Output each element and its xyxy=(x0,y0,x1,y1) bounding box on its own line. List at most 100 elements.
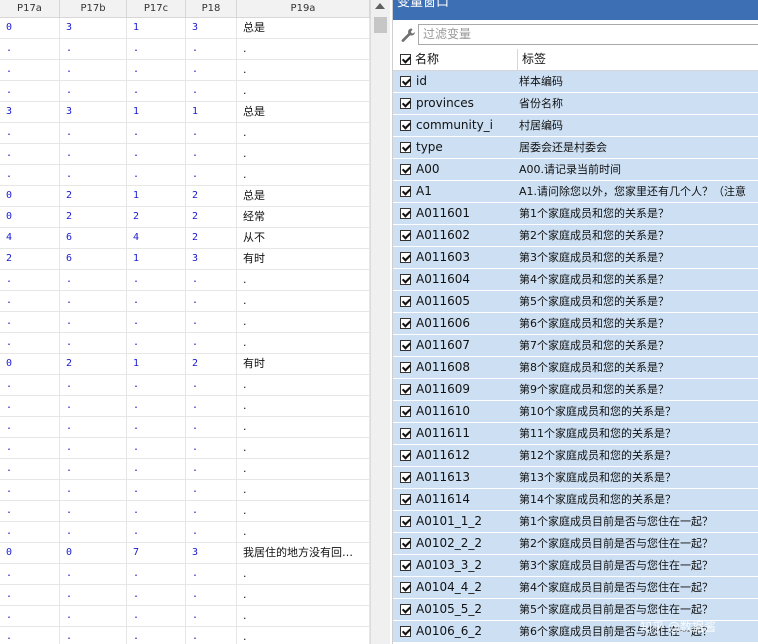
variable-row[interactable]: A011608 第8个家庭成员和您的关系是？ xyxy=(393,357,758,379)
variable-row[interactable]: A1 A1.请问除您以外，您家里还有几个人？（注意 xyxy=(393,181,758,203)
grid-cell[interactable]: 1 xyxy=(127,249,186,269)
grid-cell[interactable]: . xyxy=(237,480,370,500)
grid-cell[interactable]: . xyxy=(60,627,127,644)
grid-cell[interactable]: 0 xyxy=(0,18,60,38)
grid-cell[interactable]: . xyxy=(0,417,60,437)
variable-row[interactable]: A011602 第2个家庭成员和您的关系是？ xyxy=(393,225,758,247)
variable-checkbox[interactable] xyxy=(400,406,411,417)
variable-checkbox[interactable] xyxy=(400,494,411,505)
variable-row[interactable]: A011612 第12个家庭成员和您的关系是？ xyxy=(393,445,758,467)
variable-row[interactable]: A011603 第3个家庭成员和您的关系是？ xyxy=(393,247,758,269)
grid-cell[interactable]: . xyxy=(0,312,60,332)
variable-checkbox[interactable] xyxy=(400,362,411,373)
grid-cell[interactable]: . xyxy=(237,459,370,479)
grid-column-header-1[interactable]: P17b xyxy=(60,0,127,17)
variable-checkbox[interactable] xyxy=(400,208,411,219)
grid-cell[interactable]: . xyxy=(0,123,60,143)
variable-checkbox[interactable] xyxy=(400,516,411,527)
grid-cell[interactable]: . xyxy=(237,501,370,521)
grid-cell[interactable]: . xyxy=(127,501,186,521)
scroll-up-arrow-icon[interactable] xyxy=(375,3,385,9)
grid-cell[interactable]: . xyxy=(237,165,370,185)
variable-checkbox[interactable] xyxy=(400,164,411,175)
variable-checkbox[interactable] xyxy=(400,186,411,197)
grid-cell[interactable]: . xyxy=(127,438,186,458)
variable-row[interactable]: A011606 第6个家庭成员和您的关系是？ xyxy=(393,313,758,335)
grid-cell[interactable]: . xyxy=(237,81,370,101)
grid-cell[interactable]: 从不 xyxy=(237,228,370,248)
grid-cell[interactable]: . xyxy=(127,375,186,395)
grid-cell[interactable]: 有时 xyxy=(237,354,370,374)
variable-checkbox[interactable] xyxy=(400,604,411,615)
grid-cell[interactable]: . xyxy=(186,123,237,143)
grid-cell[interactable]: . xyxy=(237,144,370,164)
grid-cell[interactable]: 2 xyxy=(60,354,127,374)
column-header-label[interactable]: 标签 xyxy=(517,49,546,70)
grid-cell[interactable]: . xyxy=(60,522,127,542)
variable-row[interactable]: A00 A00.请记录当前时间 xyxy=(393,159,758,181)
grid-cell[interactable]: 0 xyxy=(0,543,60,563)
grid-cell[interactable]: 3 xyxy=(186,249,237,269)
scroll-thumb[interactable] xyxy=(374,17,387,33)
variable-checkbox[interactable] xyxy=(400,384,411,395)
select-all-checkbox[interactable] xyxy=(400,54,411,65)
grid-cell[interactable]: . xyxy=(127,396,186,416)
grid-cell[interactable]: . xyxy=(237,438,370,458)
variable-checkbox[interactable] xyxy=(400,142,411,153)
grid-cell[interactable]: . xyxy=(60,438,127,458)
grid-cell[interactable]: . xyxy=(0,606,60,626)
grid-cell[interactable]: 经常 xyxy=(237,207,370,227)
grid-cell[interactable]: . xyxy=(0,627,60,644)
grid-cell[interactable]: . xyxy=(127,123,186,143)
grid-column-header-0[interactable]: P17a xyxy=(0,0,60,17)
grid-cell[interactable]: . xyxy=(186,522,237,542)
variable-checkbox[interactable] xyxy=(400,538,411,549)
grid-cell[interactable]: . xyxy=(60,291,127,311)
variable-checkbox[interactable] xyxy=(400,252,411,263)
grid-cell[interactable]: . xyxy=(186,480,237,500)
grid-cell[interactable]: 1 xyxy=(127,186,186,206)
grid-cell[interactable]: . xyxy=(186,564,237,584)
grid-cell[interactable]: . xyxy=(60,144,127,164)
grid-cell[interactable]: . xyxy=(237,375,370,395)
grid-cell[interactable]: . xyxy=(237,270,370,290)
grid-cell[interactable]: . xyxy=(60,501,127,521)
grid-cell[interactable]: . xyxy=(186,270,237,290)
grid-cell[interactable]: 3 xyxy=(60,18,127,38)
grid-cell[interactable]: . xyxy=(127,522,186,542)
variable-row[interactable]: A0103_3_2 第3个家庭成员目前是否与您住在一起？ xyxy=(393,555,758,577)
grid-cell[interactable]: . xyxy=(60,123,127,143)
grid-cell[interactable]: . xyxy=(186,627,237,644)
grid-cell[interactable]: . xyxy=(186,39,237,59)
grid-cell[interactable]: . xyxy=(0,438,60,458)
grid-cell[interactable]: . xyxy=(60,480,127,500)
grid-cell[interactable]: 4 xyxy=(0,228,60,248)
grid-cell[interactable]: . xyxy=(0,270,60,290)
wrench-icon[interactable] xyxy=(399,27,417,43)
grid-cell[interactable]: 2 xyxy=(0,249,60,269)
grid-cell[interactable]: . xyxy=(0,480,60,500)
variable-checkbox[interactable] xyxy=(400,230,411,241)
grid-cell[interactable]: 0 xyxy=(0,354,60,374)
grid-cell[interactable]: 有时 xyxy=(237,249,370,269)
grid-cell[interactable]: . xyxy=(186,459,237,479)
grid-cell[interactable]: . xyxy=(0,333,60,353)
grid-cell[interactable]: . xyxy=(186,312,237,332)
grid-cell[interactable]: . xyxy=(186,606,237,626)
grid-cell[interactable]: . xyxy=(0,501,60,521)
variable-checkbox[interactable] xyxy=(400,98,411,109)
grid-cell[interactable]: . xyxy=(60,165,127,185)
variable-checkbox[interactable] xyxy=(400,582,411,593)
grid-cell[interactable]: 总是 xyxy=(237,18,370,38)
grid-cell[interactable]: . xyxy=(0,585,60,605)
grid-cell[interactable]: . xyxy=(237,123,370,143)
grid-cell[interactable]: . xyxy=(237,312,370,332)
variable-row[interactable]: A011614 第14个家庭成员和您的关系是？ xyxy=(393,489,758,511)
grid-cell[interactable]: . xyxy=(127,144,186,164)
grid-cell[interactable]: 3 xyxy=(186,18,237,38)
grid-cell[interactable]: . xyxy=(237,291,370,311)
grid-cell[interactable]: . xyxy=(0,144,60,164)
grid-cell[interactable]: 4 xyxy=(127,228,186,248)
grid-cell[interactable]: . xyxy=(60,585,127,605)
grid-cell[interactable]: . xyxy=(0,81,60,101)
